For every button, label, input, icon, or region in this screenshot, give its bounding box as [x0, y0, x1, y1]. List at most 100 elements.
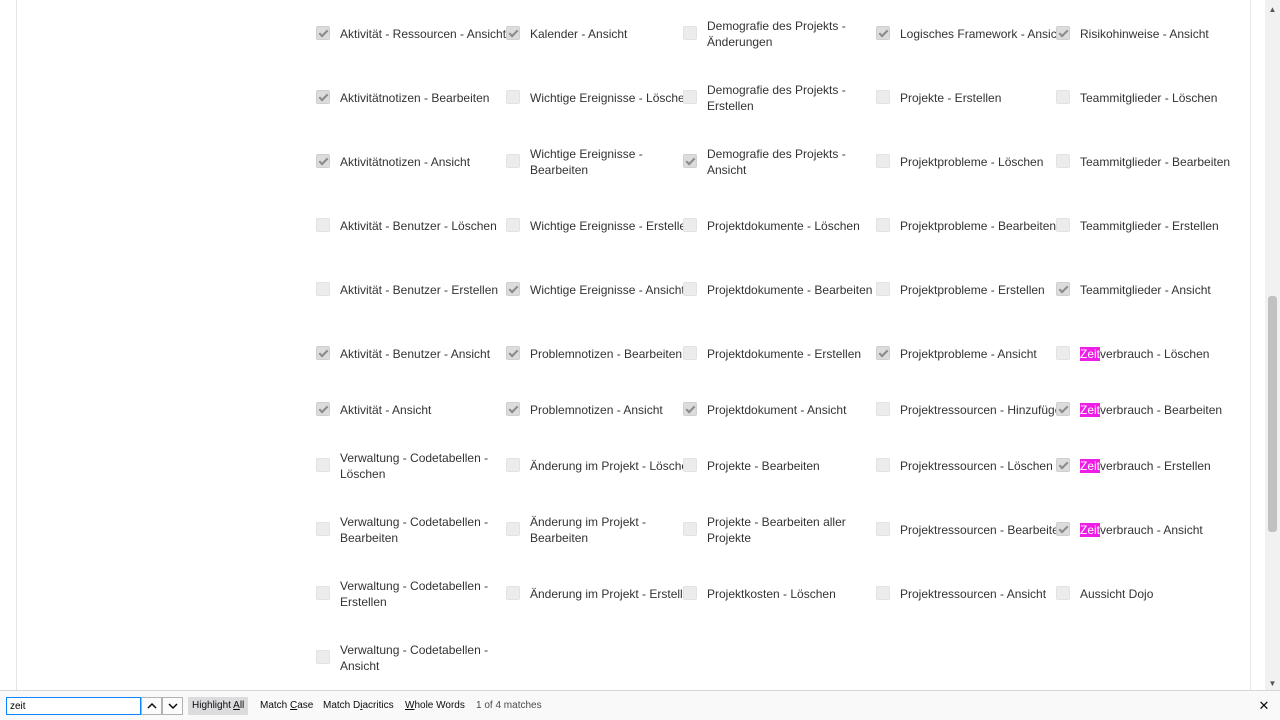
- permission-item[interactable]: Projektressourcen - Hinzufügen: [876, 394, 1068, 426]
- permission-item[interactable]: Projektdokumente - Löschen: [683, 210, 868, 242]
- permission-item[interactable]: Projektprobleme - Erstellen: [876, 274, 1061, 306]
- checkbox-checked[interactable]: [1056, 402, 1070, 416]
- permission-item[interactable]: Projektdokumente - Bearbeiten: [683, 274, 872, 306]
- permission-item[interactable]: Teammitglieder - Ansicht: [1056, 274, 1241, 306]
- permission-item[interactable]: Verwaltung - Codetabellen - Löschen: [316, 450, 501, 482]
- permission-item[interactable]: Verwaltung - Codetabellen - Bearbeiten: [316, 514, 501, 546]
- permission-item[interactable]: Projekte - Bearbeiten: [683, 450, 868, 482]
- permission-item[interactable]: Projekte - Erstellen: [876, 82, 1061, 114]
- permission-item[interactable]: Änderung im Projekt - Erstellen: [506, 578, 696, 610]
- whole-words-toggle[interactable]: Whole Words: [401, 697, 469, 715]
- permission-item[interactable]: Risikohinweise - Ansicht: [1056, 18, 1241, 50]
- checkbox[interactable]: [506, 586, 520, 600]
- permission-item[interactable]: Aktivitätnotizen - Ansicht: [316, 146, 501, 178]
- checkbox-checked[interactable]: [683, 402, 697, 416]
- permission-item[interactable]: Projektprobleme - Löschen: [876, 146, 1061, 178]
- checkbox[interactable]: [506, 458, 520, 472]
- checkbox-checked[interactable]: [506, 402, 520, 416]
- permission-item[interactable]: Änderung im Projekt - Bearbeiten: [506, 514, 691, 546]
- scroll-thumb[interactable]: [1268, 296, 1277, 532]
- checkbox-checked[interactable]: [1056, 522, 1070, 536]
- checkbox-checked[interactable]: [316, 90, 330, 104]
- checkbox[interactable]: [876, 282, 890, 296]
- checkbox-checked[interactable]: [1056, 282, 1070, 296]
- checkbox-checked[interactable]: [683, 154, 697, 168]
- permission-item[interactable]: Projektdokumente - Erstellen: [683, 338, 868, 370]
- checkbox-checked[interactable]: [506, 346, 520, 360]
- checkbox-checked[interactable]: [316, 154, 330, 168]
- checkbox-checked[interactable]: [876, 26, 890, 40]
- permission-item[interactable]: Demografie des Projekts - Änderungen: [683, 18, 868, 50]
- checkbox-checked[interactable]: [1056, 458, 1070, 472]
- permission-item[interactable]: Demografie des Projekts - Erstellen: [683, 82, 868, 114]
- permission-item[interactable]: Projektressourcen - Löschen: [876, 450, 1061, 482]
- checkbox[interactable]: [1056, 586, 1070, 600]
- permission-item[interactable]: Aktivität - Ressourcen - Ansicht: [316, 18, 506, 50]
- permission-item[interactable]: Aussicht Dojo: [1056, 578, 1241, 610]
- checkbox[interactable]: [683, 218, 697, 232]
- permission-item[interactable]: Teammitglieder - Löschen: [1056, 82, 1241, 114]
- checkbox[interactable]: [1056, 346, 1070, 360]
- checkbox[interactable]: [316, 586, 330, 600]
- checkbox-checked[interactable]: [316, 346, 330, 360]
- checkbox-checked[interactable]: [316, 26, 330, 40]
- permission-item[interactable]: Verwaltung - Codetabellen - Ansicht: [316, 642, 501, 674]
- permission-item[interactable]: Wichtige Ereignisse - Ansicht: [506, 274, 691, 306]
- checkbox[interactable]: [506, 522, 520, 536]
- permission-item[interactable]: Zeitverbrauch - Ansicht: [1056, 514, 1241, 546]
- permission-item[interactable]: Projekte - Bearbeiten aller Projekte: [683, 514, 868, 546]
- checkbox[interactable]: [506, 218, 520, 232]
- permission-item[interactable]: Verwaltung - Codetabellen - Erstellen: [316, 578, 501, 610]
- permission-item[interactable]: Projektkosten - Löschen: [683, 578, 868, 610]
- vertical-scrollbar[interactable]: ▲ ▼: [1265, 0, 1280, 690]
- find-input[interactable]: [6, 697, 141, 715]
- checkbox[interactable]: [683, 90, 697, 104]
- permission-item[interactable]: Aktivität - Benutzer - Erstellen: [316, 274, 501, 306]
- permission-item[interactable]: Wichtige Ereignisse - Bearbeiten: [506, 146, 691, 178]
- checkbox[interactable]: [506, 90, 520, 104]
- checkbox-checked[interactable]: [316, 402, 330, 416]
- checkbox[interactable]: [876, 90, 890, 104]
- checkbox[interactable]: [506, 154, 520, 168]
- permission-item[interactable]: Aktivität - Benutzer - Löschen: [316, 210, 501, 242]
- match-case-toggle[interactable]: Match Case: [256, 697, 317, 715]
- permission-item[interactable]: Kalender - Ansicht: [506, 18, 691, 50]
- permission-item[interactable]: Zeitverbrauch - Löschen: [1056, 338, 1241, 370]
- permission-item[interactable]: Zeitverbrauch - Erstellen: [1056, 450, 1241, 482]
- checkbox-checked[interactable]: [1056, 26, 1070, 40]
- checkbox[interactable]: [683, 346, 697, 360]
- permission-item[interactable]: Projektprobleme - Ansicht: [876, 338, 1061, 370]
- checkbox[interactable]: [316, 282, 330, 296]
- permission-item[interactable]: Aktivitätnotizen - Bearbeiten: [316, 82, 501, 114]
- permission-item[interactable]: Aktivität - Benutzer - Ansicht: [316, 338, 501, 370]
- checkbox[interactable]: [683, 282, 697, 296]
- checkbox-checked[interactable]: [506, 26, 520, 40]
- permission-item[interactable]: Wichtige Ereignisse - Erstellen: [506, 210, 693, 242]
- permission-item[interactable]: Projektressourcen - Bearbeiten: [876, 514, 1065, 546]
- checkbox[interactable]: [683, 458, 697, 472]
- find-previous-button[interactable]: [141, 697, 162, 715]
- checkbox-checked[interactable]: [876, 346, 890, 360]
- permission-item[interactable]: Zeitverbrauch - Bearbeiten: [1056, 394, 1241, 426]
- scroll-up-arrow-icon[interactable]: ▲: [1265, 2, 1280, 16]
- checkbox[interactable]: [1056, 90, 1070, 104]
- checkbox[interactable]: [1056, 218, 1070, 232]
- checkbox[interactable]: [683, 586, 697, 600]
- permission-item[interactable]: Änderung im Projekt - Löschen: [506, 450, 695, 482]
- checkbox[interactable]: [683, 522, 697, 536]
- checkbox[interactable]: [876, 154, 890, 168]
- permission-item[interactable]: Teammitglieder - Erstellen: [1056, 210, 1241, 242]
- permission-item[interactable]: Aktivität - Ansicht: [316, 394, 501, 426]
- checkbox[interactable]: [316, 458, 330, 472]
- find-next-button[interactable]: [162, 697, 183, 715]
- checkbox[interactable]: [316, 522, 330, 536]
- permission-item[interactable]: Problemnotizen - Ansicht: [506, 394, 691, 426]
- checkbox[interactable]: [1056, 154, 1070, 168]
- permission-item[interactable]: Problemnotizen - Bearbeiten: [506, 338, 691, 370]
- checkbox[interactable]: [876, 402, 890, 416]
- close-findbar-button[interactable]: ✕: [1256, 697, 1272, 715]
- match-diacritics-toggle[interactable]: Match Diacritics: [319, 697, 398, 715]
- permission-item[interactable]: Demografie des Projekts - Ansicht: [683, 146, 868, 178]
- checkbox[interactable]: [876, 218, 890, 232]
- checkbox[interactable]: [876, 586, 890, 600]
